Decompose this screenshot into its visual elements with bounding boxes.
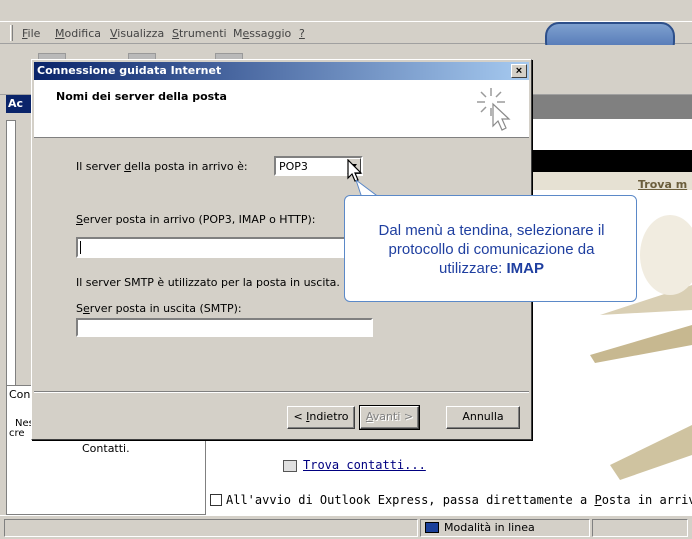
window-top-strip	[0, 0, 692, 22]
menubar-grip	[10, 25, 13, 41]
find-contacts-link[interactable]: Trova contatti...	[283, 458, 426, 472]
page-title: Nomi dei server della posta	[56, 90, 227, 103]
menu-visualizza[interactable]: Visualizza	[110, 27, 164, 40]
contacts-title[interactable]: Con	[9, 388, 30, 401]
cancel-button[interactable]: Annulla	[446, 406, 520, 429]
incoming-type-value: POP3	[279, 160, 308, 173]
incoming-server-label: Server posta in arrivo (POP3, IMAP o HTT…	[76, 213, 316, 226]
contacts-empty-text-line2: cre	[9, 428, 25, 439]
outgoing-server-label: Server posta in uscita (SMTP):	[76, 302, 242, 315]
contacts-label: Contatti.	[82, 442, 130, 455]
right-pane-header	[530, 95, 692, 119]
menu-messaggio[interactable]: Messaggio	[233, 27, 291, 40]
smtp-note: Il server SMTP è utilizzato per la posta…	[76, 276, 340, 289]
callout-text: Dal menù a tendina, selezionare il proto…	[378, 222, 605, 277]
menu-file[interactable]: File	[22, 27, 40, 40]
right-pane-banner	[530, 150, 692, 172]
instruction-callout: Dal menù a tendina, selezionare il proto…	[344, 195, 637, 302]
next-button[interactable]: Avanti >	[359, 405, 420, 430]
checkbox-icon[interactable]	[210, 494, 222, 506]
dialog-header: Nomi dei server della posta	[34, 80, 529, 138]
find-message-link[interactable]: Trova m	[638, 178, 687, 191]
status-cell-extra	[592, 519, 688, 537]
incoming-type-label: Il server della posta in arrivo è:	[76, 160, 248, 173]
dialog-separator	[34, 391, 529, 393]
wizard-cursor-icon	[477, 88, 511, 131]
folders-header: Ac	[6, 95, 32, 113]
menu-strumenti[interactable]: Strumenti	[172, 27, 227, 40]
menu-help[interactable]: ?	[299, 27, 305, 40]
startup-inbox-checkbox[interactable]: All'avvio di Outlook Express, passa dire…	[210, 493, 692, 507]
status-cell-main	[4, 519, 418, 537]
computer-icon	[425, 522, 439, 533]
text-caret	[80, 241, 81, 254]
statusbar: Modalità in linea	[0, 515, 692, 539]
menu-modifica[interactable]: Modifica	[55, 27, 101, 40]
folder-tree[interactable]	[6, 120, 16, 390]
status-online: Modalità in linea	[420, 519, 590, 537]
incoming-server-input[interactable]	[76, 237, 376, 258]
back-button[interactable]: < Indietro	[287, 406, 355, 429]
close-button[interactable]: ×	[511, 64, 527, 78]
dialog-title: Connessione guidata Internet	[37, 64, 222, 77]
outgoing-server-input[interactable]	[76, 318, 373, 337]
dialog-titlebar[interactable]: Connessione guidata Internet ×	[34, 62, 529, 80]
find-contacts-icon	[283, 459, 297, 472]
